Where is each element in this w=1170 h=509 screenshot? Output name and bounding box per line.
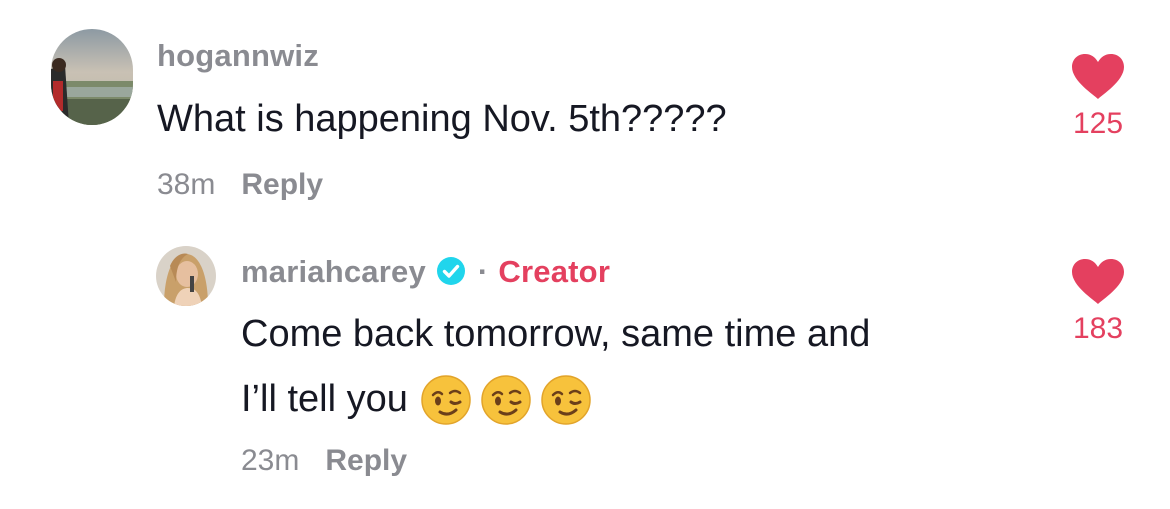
reply-button[interactable]: Reply <box>241 168 323 201</box>
comment-text: What is happening Nov. 5th????? <box>157 98 727 140</box>
reply-meta: 23m Reply <box>241 444 407 478</box>
like-count: 183 <box>1072 312 1124 345</box>
reply-timestamp: 23m <box>241 444 300 477</box>
user-avatar-landscape-icon <box>51 29 133 125</box>
winking-face-icon <box>481 375 531 425</box>
comment-timestamp: 38m <box>157 168 216 201</box>
like-count: 125 <box>1072 107 1124 140</box>
comment-meta: 38m Reply <box>157 168 323 202</box>
heart-icon <box>1072 54 1124 99</box>
winking-face-icon <box>541 375 591 425</box>
avatar[interactable] <box>51 29 133 125</box>
winking-face-icon <box>421 375 471 425</box>
reply-text-line2: I’ll tell you <box>241 378 408 420</box>
creator-badge: Creator <box>498 254 611 289</box>
comment-username[interactable]: hogannwiz <box>157 38 319 74</box>
heart-icon <box>1072 259 1124 304</box>
emoji-group <box>420 365 600 431</box>
like-button[interactable]: 183 <box>1058 258 1138 346</box>
reply-text-line1: Come back tomorrow, same time and <box>241 313 871 355</box>
reply-username[interactable]: mariahcarey <box>241 254 426 289</box>
user-avatar-portrait-icon <box>156 246 216 306</box>
reply-button[interactable]: Reply <box>325 444 407 477</box>
verified-check-icon <box>436 256 465 285</box>
separator-dot: · <box>477 254 489 289</box>
avatar[interactable] <box>156 246 216 306</box>
reply-text-line2-row: I’ll tell you <box>241 366 600 432</box>
like-button[interactable]: 125 <box>1058 53 1138 141</box>
reply-username-row: mariahcarey · Creator <box>241 254 610 290</box>
